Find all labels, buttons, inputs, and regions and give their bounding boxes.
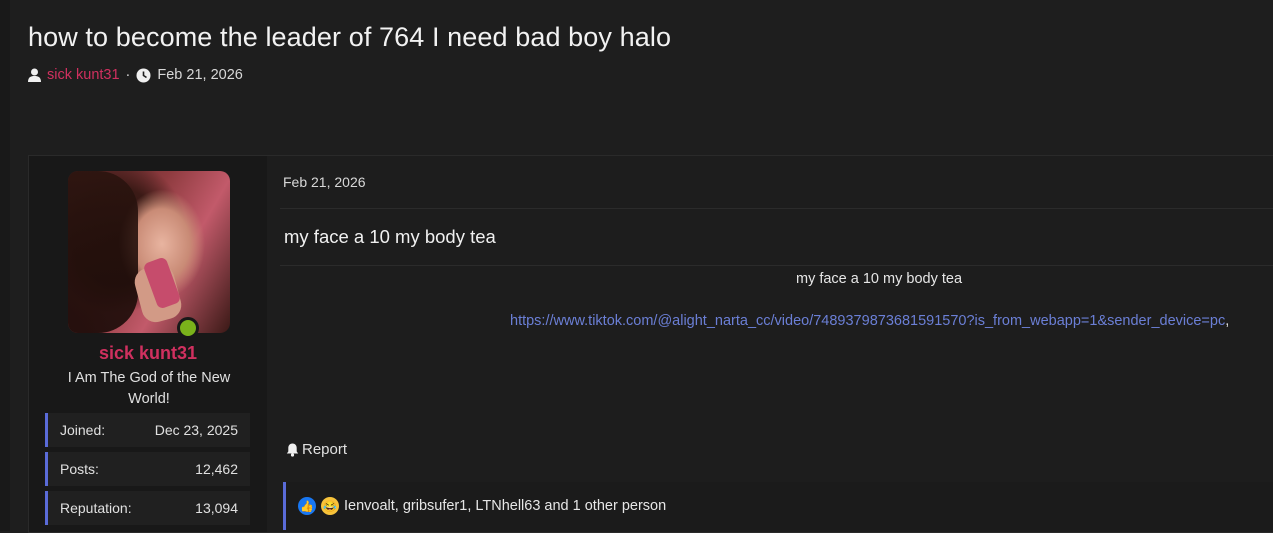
post-body-text: my face a 10 my body tea (795, 271, 963, 287)
report-button[interactable]: Report (286, 441, 347, 458)
thread-date-link[interactable]: Feb 21, 2026 (157, 67, 242, 83)
link-suffix: , (1225, 313, 1230, 329)
divider (280, 208, 1273, 209)
thread-meta: sick kunt31 · Feb 21, 2026 (28, 67, 1273, 83)
user-title: I Am The God of the New World! (67, 370, 231, 407)
post-username[interactable]: sick kunt31 (29, 343, 267, 364)
stat-joined: Joined: Dec 23, 2025 (45, 413, 250, 447)
tiktok-link[interactable]: https://www.tiktok.com/@alight_narta_cc/… (510, 313, 1225, 329)
thumbs-up-icon: 👍 (298, 497, 316, 515)
post: sick kunt31 I Am The God of the New Worl… (28, 155, 1273, 533)
reactions-text[interactable]: Ienvoalt, gribsufer1, LTNhell63 and 1 ot… (344, 498, 666, 514)
divider (280, 265, 1273, 266)
user-icon (28, 67, 41, 83)
avatar-wrap (68, 171, 230, 339)
stat-value: 12,462 (195, 461, 238, 477)
online-status-icon (177, 317, 199, 339)
thread-header: how to become the leader of 764 I need b… (28, 22, 1273, 83)
post-heading: my face a 10 my body tea (284, 226, 496, 247)
stat-posts: Posts: 12,462 (45, 452, 250, 486)
post-link-line: https://www.tiktok.com/@alight_narta_cc/… (510, 313, 1229, 329)
stat-value: Dec 23, 2025 (154, 422, 238, 438)
meta-separator: · (125, 67, 131, 83)
stat-label: Posts: (60, 461, 99, 477)
stat-label: Joined: (60, 422, 106, 438)
stat-reputation: Reputation: 13,094 (45, 491, 250, 525)
report-label: Report (302, 441, 348, 458)
stat-label: Reputation: (60, 500, 132, 516)
post-date-link[interactable]: Feb 21, 2026 (283, 174, 366, 190)
thread-title: how to become the leader of 764 I need b… (28, 22, 672, 52)
clock-icon (136, 67, 151, 83)
bell-icon (286, 441, 299, 458)
post-user-panel: sick kunt31 I Am The God of the New Worl… (29, 156, 267, 532)
thread-author-link[interactable]: sick kunt31 (47, 67, 120, 83)
left-edge-strip (0, 0, 10, 531)
avatar[interactable] (68, 171, 230, 333)
laugh-cry-icon: 😂 (321, 497, 339, 515)
reactions-bar[interactable]: 👍 😂 Ienvoalt, gribsufer1, LTNhell63 and … (283, 482, 1273, 530)
stat-value: 13,094 (195, 500, 238, 516)
post-main: Feb 21, 2026 my face a 10 my body tea my… (268, 156, 1273, 532)
